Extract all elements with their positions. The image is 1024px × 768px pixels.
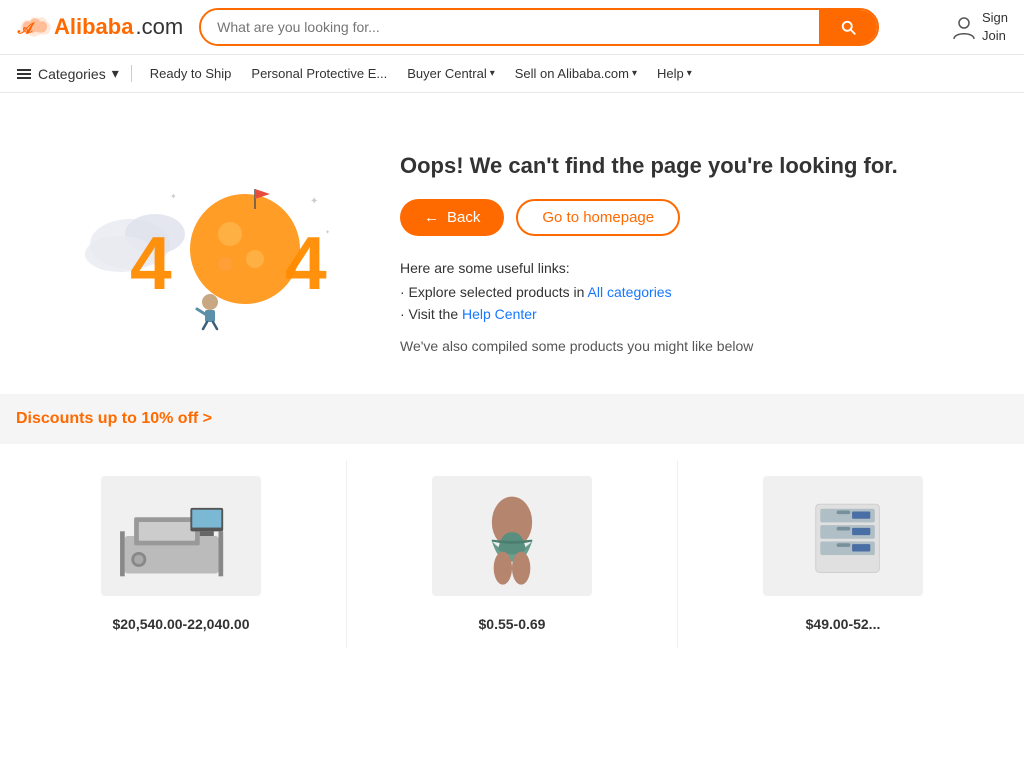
svg-text:4: 4 (285, 221, 327, 305)
homepage-button[interactable]: Go to homepage (516, 199, 680, 236)
search-input[interactable] (201, 10, 819, 44)
sell-arrow: ▾ (632, 68, 637, 79)
nav-item-help[interactable]: Help ▾ (647, 58, 702, 89)
product-image-2 (763, 476, 923, 596)
logo-dotcom: .com (135, 14, 183, 40)
user-avatar-icon (950, 13, 978, 41)
search-bar (199, 8, 879, 46)
nav-item-buyer-central[interactable]: Buyer Central ▾ (397, 58, 505, 89)
product-image-1 (432, 476, 592, 596)
svg-text:✦: ✦ (170, 192, 177, 201)
user-text[interactable]: Sign Join (982, 9, 1008, 45)
help-link-item: · Visit the Help Center (400, 306, 964, 322)
error-main: 4 4 ✦ ✦ ✦ Oops! We can't find the page y… (0, 93, 1024, 394)
error-buttons: ← Back Go to homepage (400, 199, 964, 236)
product-image-0 (101, 476, 261, 596)
product-price-2: $49.00-52... (806, 616, 881, 632)
back-button[interactable]: ← Back (400, 199, 504, 236)
sign-in-label[interactable]: Sign (982, 9, 1008, 27)
all-categories-link[interactable]: All categories (588, 284, 672, 300)
products-section: $20,540.00-22,040.00 $0.55-0.69 (0, 444, 1024, 664)
explore-link-item: · Explore selected products in All categ… (400, 284, 964, 300)
nav-item-sell[interactable]: Sell on Alibaba.com ▾ (505, 58, 647, 89)
join-label[interactable]: Join (982, 27, 1008, 45)
svg-text:✦: ✦ (310, 196, 318, 207)
categories-label: Categories (38, 66, 106, 82)
product-price-1: $0.55-0.69 (479, 616, 546, 632)
useful-links-heading: Here are some useful links: (400, 260, 964, 276)
product-card-0[interactable]: $20,540.00-22,040.00 (16, 460, 347, 648)
visit-text: · Visit the (400, 306, 462, 322)
svg-text:4: 4 (130, 221, 172, 305)
error-content: Oops! We can't find the page you're look… (400, 133, 964, 354)
search-button[interactable] (819, 10, 877, 44)
header: 𝒜 Alibaba.com Sign Join (0, 0, 1024, 55)
error-illustration: 4 4 ✦ ✦ ✦ (60, 133, 360, 354)
discounts-section: Discounts up to 10% off > (0, 394, 1024, 444)
compiled-text: We've also compiled some products you mi… (400, 338, 964, 354)
machine-image (106, 486, 256, 586)
nav-item-ready-to-ship[interactable]: Ready to Ship (140, 58, 242, 89)
clothing-image (437, 481, 587, 591)
categories-arrow: ▾ (112, 65, 119, 82)
logo-brand: Alibaba (54, 14, 133, 40)
categories-button[interactable]: Categories ▾ (16, 65, 132, 82)
product-card-1[interactable]: $0.55-0.69 (347, 460, 678, 648)
svg-text:𝒜: 𝒜 (17, 19, 36, 37)
help-arrow: ▾ (687, 68, 692, 79)
useful-links: Here are some useful links: · Explore se… (400, 260, 964, 322)
logo[interactable]: 𝒜 Alibaba.com (16, 13, 183, 41)
svg-text:✦: ✦ (325, 229, 330, 236)
help-center-link[interactable]: Help Center (462, 306, 537, 322)
buyer-central-arrow: ▾ (490, 68, 495, 79)
discounts-title[interactable]: Discounts up to 10% off > (16, 410, 212, 427)
back-arrow-icon: ← (424, 209, 439, 226)
search-icon (839, 18, 857, 36)
storage-image (768, 486, 918, 586)
nav-item-personal-protective[interactable]: Personal Protective E... (241, 58, 397, 89)
explore-text: · Explore selected products in (400, 284, 588, 300)
user-actions: Sign Join (950, 9, 1008, 45)
hamburger-icon (16, 66, 32, 82)
nav-bar: Categories ▾ Ready to Ship Personal Prot… (0, 55, 1024, 93)
product-card-2[interactable]: $49.00-52... (678, 460, 1008, 648)
alibaba-logo-icon: 𝒜 (16, 13, 52, 41)
product-price-0: $20,540.00-22,040.00 (112, 616, 249, 632)
404-svg: 4 4 ✦ ✦ ✦ (70, 154, 350, 334)
error-title: Oops! We can't find the page you're look… (400, 153, 964, 179)
